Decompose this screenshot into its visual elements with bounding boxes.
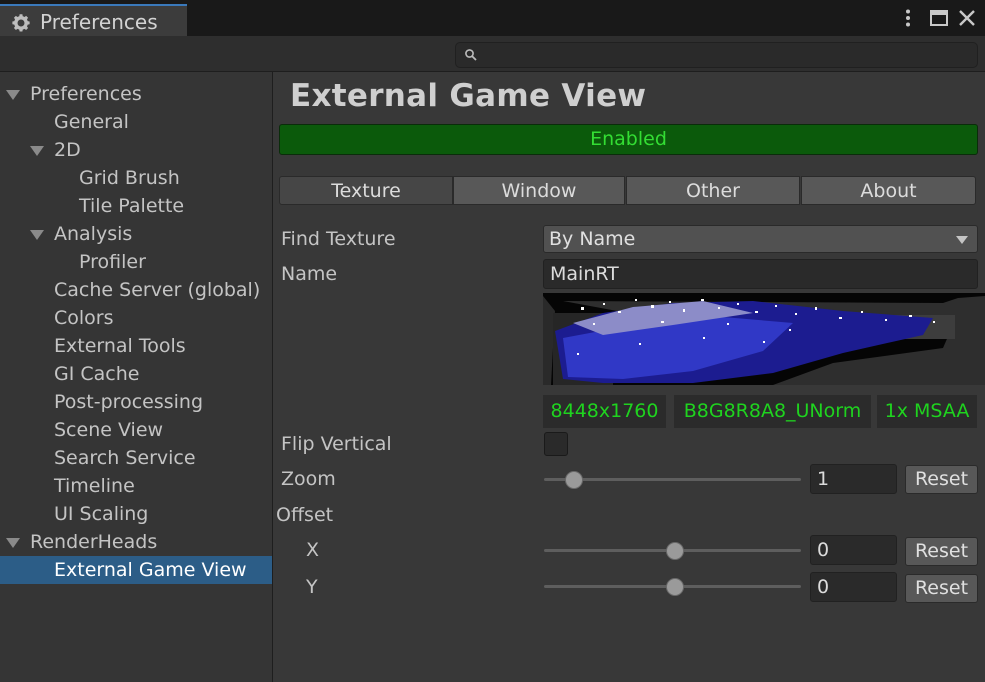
tab-window[interactable]: Window — [453, 176, 625, 205]
offset-x-reset-button[interactable]: Reset — [905, 537, 978, 566]
sidebar-item-label: UI Scaling — [54, 503, 149, 525]
expand-triangle-icon[interactable] — [30, 136, 44, 164]
name-label: Name — [281, 263, 338, 285]
sidebar-item-label: Profiler — [79, 251, 146, 273]
close-icon[interactable] — [957, 8, 977, 28]
offset-x-slider-thumb[interactable] — [665, 542, 684, 560]
texture-preview — [543, 293, 985, 385]
sidebar-item-label: Scene View — [54, 419, 164, 441]
preferences-tab[interactable]: Preferences — [0, 4, 187, 36]
sidebar-item-2d[interactable]: 2D — [0, 136, 272, 164]
offset-x-field[interactable]: 0 — [810, 535, 897, 565]
sidebar-item-colors[interactable]: Colors — [0, 304, 272, 332]
maximize-icon[interactable] — [929, 8, 949, 28]
sidebar-item-cache-server-global[interactable]: Cache Server (global) — [0, 276, 272, 304]
zoom-label: Zoom — [281, 468, 336, 490]
sidebar-item-analysis[interactable]: Analysis — [0, 220, 272, 248]
sidebar-item-label: RenderHeads — [30, 531, 158, 553]
texture-msaa-label: 1x MSAA — [877, 395, 977, 428]
page-title: External Game View — [290, 78, 647, 114]
tab-about[interactable]: About — [801, 176, 976, 205]
sidebar-item-label: Search Service — [54, 447, 196, 469]
offset-label: Offset — [276, 504, 334, 526]
offset-y-reset-button[interactable]: Reset — [905, 574, 978, 603]
sidebar-item-post-processing[interactable]: Post-processing — [0, 388, 272, 416]
expand-triangle-icon[interactable] — [6, 528, 20, 556]
sidebar-item-label: Colors — [54, 307, 114, 329]
sidebar-item-label: Tile Palette — [79, 195, 185, 217]
offset-y-label: Y — [306, 576, 318, 598]
sidebar-item-external-game-view[interactable]: External Game View — [0, 556, 272, 584]
sidebar-item-timeline[interactable]: Timeline — [0, 472, 272, 500]
sidebar-item-label: External Game View — [54, 559, 247, 581]
sidebar-item-label: Post-processing — [54, 391, 204, 413]
sidebar-item-tile-palette[interactable]: Tile Palette — [0, 192, 272, 220]
sidebar-item-grid-brush[interactable]: Grid Brush — [0, 164, 272, 192]
expand-triangle-icon[interactable] — [6, 80, 20, 108]
sidebar-item-general[interactable]: General — [0, 108, 272, 136]
find-texture-dropdown[interactable]: By Name — [543, 225, 978, 253]
sidebar-item-search-service[interactable]: Search Service — [0, 444, 272, 472]
more-vertical-icon[interactable] — [898, 8, 918, 28]
sidebar-item-label: 2D — [54, 139, 81, 161]
sidebar-item-ui-scaling[interactable]: UI Scaling — [0, 500, 272, 528]
sidebar-item-label: Preferences — [30, 83, 142, 105]
sidebar-item-label: External Tools — [54, 335, 186, 357]
offset-y-field[interactable]: 0 — [810, 572, 897, 602]
flip-vertical-checkbox[interactable] — [544, 432, 568, 456]
find-texture-value: By Name — [549, 228, 636, 250]
offset-x-label: X — [306, 539, 320, 561]
sidebar-item-label: Grid Brush — [79, 167, 180, 189]
search-input[interactable] — [455, 42, 978, 68]
sidebar-item-renderheads[interactable]: RenderHeads — [0, 528, 272, 556]
sidebar-item-preferences[interactable]: Preferences — [0, 80, 272, 108]
offset-y-slider-thumb[interactable] — [665, 578, 684, 596]
tab-texture[interactable]: Texture — [279, 176, 453, 205]
zoom-field[interactable]: 1 — [810, 464, 897, 494]
texture-resolution-label: 8448x1760 — [543, 395, 666, 428]
expand-triangle-icon[interactable] — [30, 220, 44, 248]
enabled-toggle-button[interactable]: Enabled — [279, 124, 978, 155]
zoom-reset-button[interactable]: Reset — [905, 465, 978, 494]
sidebar-item-scene-view[interactable]: Scene View — [0, 416, 272, 444]
name-field[interactable]: MainRT — [543, 259, 978, 289]
tab-other[interactable]: Other — [626, 176, 800, 205]
search-icon — [465, 49, 477, 61]
sidebar-item-label: GI Cache — [54, 363, 140, 385]
texture-format-label: B8G8R8A8_UNorm — [674, 395, 871, 428]
sidebar-item-label: General — [54, 111, 129, 133]
sidebar-item-label: Analysis — [54, 223, 133, 245]
find-texture-label: Find Texture — [281, 228, 396, 250]
flip-vertical-label: Flip Vertical — [281, 433, 392, 455]
sidebar-item-label: Cache Server (global) — [54, 279, 261, 301]
tab-title: Preferences — [40, 10, 158, 34]
sidebar-item-label: Timeline — [54, 475, 135, 497]
sidebar-item-profiler[interactable]: Profiler — [0, 248, 272, 276]
sidebar-item-external-tools[interactable]: External Tools — [0, 332, 272, 360]
gear-icon — [12, 14, 30, 32]
zoom-slider-thumb[interactable] — [565, 471, 584, 489]
sidebar-item-gi-cache[interactable]: GI Cache — [0, 360, 272, 388]
chevron-down-icon — [956, 236, 968, 244]
